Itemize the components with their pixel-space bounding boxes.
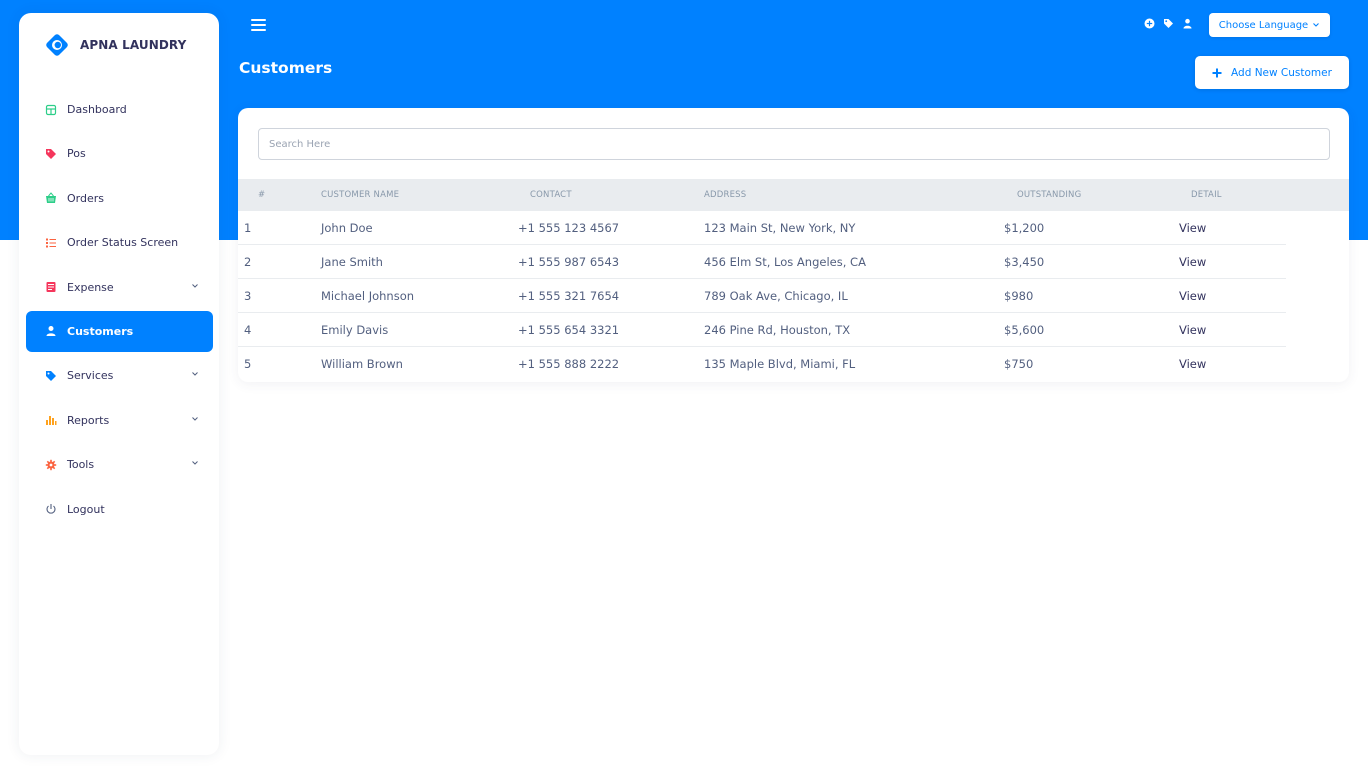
row-number: 3 <box>244 289 252 303</box>
receipt-icon <box>45 281 57 293</box>
view-customer-link[interactable]: View <box>1179 255 1206 269</box>
language-dropdown[interactable]: Choose Language <box>1209 13 1330 37</box>
sidebar-item-customers[interactable]: Customers <box>26 310 213 352</box>
customer-address: 246 Pine Rd, Houston, TX <box>704 323 851 337</box>
table-row: 4 Emily Davis +1 555 654 3321 246 Pine R… <box>238 313 1286 347</box>
chevron-down-icon <box>192 416 198 421</box>
table-row: 5 William Brown +1 555 888 2222 135 Mapl… <box>238 347 1286 381</box>
plus-icon <box>1212 68 1222 77</box>
header-icons <box>1144 18 1193 29</box>
column-header-detail: DETAIL <box>1191 190 1222 200</box>
sidebar-item-pos[interactable]: Pos <box>26 133 213 174</box>
sidebar-item-dashboard[interactable]: Dashboard <box>26 89 213 130</box>
chevron-down-icon <box>192 372 198 377</box>
customer-name: John Doe <box>321 221 373 235</box>
plus-circle-icon[interactable] <box>1144 18 1155 29</box>
customer-outstanding: $980 <box>1004 289 1034 303</box>
sidebar-item-label: Expense <box>67 280 114 294</box>
sidebar-item-label: Customers <box>67 324 134 338</box>
brand[interactable]: APNA LAUNDRY <box>45 33 186 57</box>
sidebar-item-label: Dashboard <box>67 103 127 116</box>
table-row: 2 Jane Smith +1 555 987 6543 456 Elm St,… <box>238 245 1286 279</box>
sidebar-item-logout[interactable]: Logout <box>26 489 213 530</box>
customer-address: 123 Main St, New York, NY <box>704 221 856 235</box>
sidebar-item-label: Logout <box>67 502 105 516</box>
row-number: 1 <box>244 221 252 235</box>
sidebar-item-label: Reports <box>67 413 110 427</box>
view-customer-link[interactable]: View <box>1179 221 1206 235</box>
customer-address: 456 Elm St, Los Angeles, CA <box>704 255 866 269</box>
customer-outstanding: $750 <box>1004 357 1034 371</box>
table-row: 1 John Doe +1 555 123 4567 123 Main St, … <box>238 211 1286 245</box>
customer-address: 789 Oak Ave, Chicago, IL <box>704 289 848 303</box>
chevron-down-icon <box>192 461 198 465</box>
customer-contact: +1 555 123 4567 <box>518 221 620 235</box>
menu-toggle-icon[interactable] <box>251 19 266 31</box>
customers-card: # CUSTOMER NAME CONTACT ADDRESS OUTSTAND… <box>238 108 1349 382</box>
customer-contact: +1 555 321 7654 <box>518 289 620 303</box>
column-header-customer-name: CUSTOMER NAME <box>321 190 400 200</box>
sidebar-item-label: Orders <box>67 191 104 205</box>
sidebar-item-orders[interactable]: Orders <box>26 178 213 219</box>
brand-name: APNA LAUNDRY <box>80 38 187 52</box>
sidebar-item-label: Tools <box>67 458 95 472</box>
sidebar: APNA LAUNDRY Dashboard Pos Orders Order … <box>19 13 219 755</box>
sidebar-item-order-status-screen[interactable]: Order Status Screen <box>26 222 213 263</box>
view-customer-link[interactable]: View <box>1179 357 1206 371</box>
language-label: Choose Language <box>1218 19 1309 31</box>
sidebar-item-label: Services <box>67 369 114 383</box>
tag-icon <box>45 148 57 160</box>
customer-address: 135 Maple Blvd, Miami, FL <box>704 357 856 371</box>
sidebar-nav: Dashboard Pos Orders Order Status Screen… <box>26 89 213 533</box>
table-row: 3 Michael Johnson +1 555 321 7654 789 Oa… <box>238 279 1286 313</box>
bar-chart-icon <box>45 414 57 426</box>
column-header-contact: CONTACT <box>530 190 572 200</box>
add-customer-label: Add New Customer <box>1231 66 1332 79</box>
table-header: # CUSTOMER NAME CONTACT ADDRESS OUTSTAND… <box>238 179 1349 211</box>
tag-icon <box>45 370 57 382</box>
customer-name: Jane Smith <box>321 255 383 269</box>
customer-name: William Brown <box>321 357 403 371</box>
column-header-outstanding: OUTSTANDING <box>1017 190 1082 200</box>
sidebar-item-expense[interactable]: Expense <box>26 267 213 308</box>
column-header-address: ADDRESS <box>704 190 747 200</box>
view-customer-link[interactable]: View <box>1179 323 1206 337</box>
column-header-number: # <box>258 190 266 200</box>
row-number: 5 <box>244 357 252 371</box>
row-number: 4 <box>244 323 252 337</box>
view-customer-link[interactable]: View <box>1179 289 1206 303</box>
gear-icon <box>45 459 57 471</box>
customer-contact: +1 555 987 6543 <box>518 255 620 269</box>
tag-icon[interactable] <box>1163 18 1174 29</box>
customer-name: Michael Johnson <box>321 289 415 303</box>
sidebar-item-label: Pos <box>67 147 86 161</box>
sidebar-item-services[interactable]: Services <box>26 355 213 396</box>
basket-icon <box>45 192 57 204</box>
user-icon[interactable] <box>1182 18 1193 29</box>
customer-outstanding: $5,600 <box>1004 323 1045 337</box>
dashboard-icon <box>45 104 57 116</box>
sidebar-item-tools[interactable]: Tools <box>26 444 213 485</box>
user-icon <box>45 325 57 337</box>
sidebar-item-label: Order Status Screen <box>67 236 179 250</box>
customer-name: Emily Davis <box>321 323 389 337</box>
add-customer-button[interactable]: Add New Customer <box>1195 56 1349 89</box>
chevron-down-icon <box>1313 23 1320 27</box>
customer-contact: +1 555 888 2222 <box>518 357 620 371</box>
page-title: Customers <box>239 59 333 77</box>
power-icon <box>45 503 57 515</box>
customer-outstanding: $3,450 <box>1004 255 1045 269</box>
laundry-logo-icon <box>46 34 68 56</box>
row-number: 2 <box>244 255 252 269</box>
chevron-down-icon <box>192 283 198 288</box>
customer-contact: +1 555 654 3321 <box>518 323 620 337</box>
sidebar-item-reports[interactable]: Reports <box>26 400 213 441</box>
customer-outstanding: $1,200 <box>1004 221 1045 235</box>
list-icon <box>45 237 57 249</box>
search-input[interactable] <box>258 128 1330 160</box>
